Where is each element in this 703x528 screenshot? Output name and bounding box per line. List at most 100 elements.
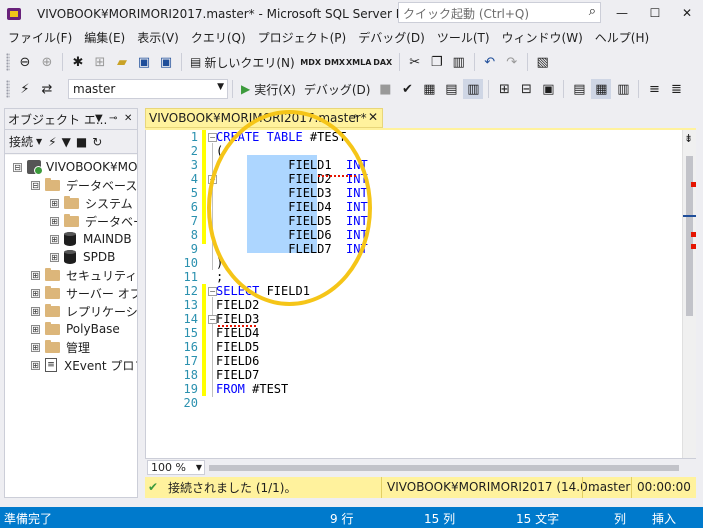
expand-icon[interactable]: ⊞ — [31, 342, 40, 352]
maximize-button[interactable]: ☐ — [639, 0, 671, 27]
tree-node-polybase[interactable]: ⊞ PolyBase — [31, 320, 120, 338]
tree-node-replication[interactable]: ⊞ レプリケーション — [31, 302, 137, 320]
line-number: 15 — [183, 326, 198, 340]
tree-node-security[interactable]: ⊞ セキュリティ — [31, 266, 137, 284]
menu-view[interactable]: 表示(V) — [131, 27, 185, 49]
live-stats-icon[interactable]: ⊟ — [516, 79, 536, 99]
pin-icon[interactable]: ⊸ — [349, 111, 357, 122]
actual-plan-icon[interactable]: ⊞ — [494, 79, 514, 99]
connected-check-icon — [148, 480, 162, 495]
minimize-button[interactable]: — — [606, 0, 638, 27]
close-tab-icon[interactable]: ✕ — [368, 110, 378, 124]
menu-file[interactable]: ファイル(F) — [2, 27, 78, 49]
tree-node-server-objects[interactable]: ⊞ サーバー オブジェクト — [31, 284, 137, 302]
zoom-selector[interactable]: 100 % ▼ — [147, 460, 205, 475]
cut-icon[interactable]: ✂ — [405, 52, 425, 72]
results-text-icon[interactable]: ▤ — [569, 79, 589, 99]
results-file-icon[interactable]: ▥ — [613, 79, 633, 99]
new-project-icon[interactable]: ✱ — [68, 52, 88, 72]
tree-node-databases[interactable]: ⊟ データベース — [31, 176, 137, 194]
refresh-icon[interactable]: ↻ — [92, 135, 102, 149]
mdx-query-icon[interactable]: MDX — [300, 52, 322, 72]
display-plan-icon[interactable]: ▦ — [419, 79, 439, 99]
expand-icon[interactable]: ⊞ — [31, 288, 40, 298]
tree-node-maindb[interactable]: ⊞ MAINDB — [50, 230, 132, 248]
chevron-down-icon[interactable]: ▼ — [95, 113, 103, 124]
toolbar-grip[interactable] — [6, 80, 10, 98]
plug-icon[interactable]: ⚡ — [48, 135, 56, 149]
chevron-down-icon: ▼ — [217, 82, 224, 92]
toolbar-separator — [473, 53, 475, 71]
caret-marker — [683, 215, 696, 217]
menu-tools[interactable]: ツール(T) — [431, 27, 496, 49]
expand-icon[interactable]: ⊞ — [50, 234, 59, 244]
save-icon[interactable]: ▣ — [134, 52, 154, 72]
undo-icon[interactable]: ↶ — [480, 52, 500, 72]
filter-icon[interactable]: ▼ — [62, 135, 71, 149]
close-window-button[interactable]: ✕ — [671, 0, 703, 27]
menu-window[interactable]: ウィンドウ(W) — [496, 27, 589, 49]
save-all-icon[interactable]: ▣ — [156, 52, 176, 72]
menu-debug[interactable]: デバッグ(D) — [352, 27, 431, 49]
stop-icon[interactable]: ■ — [375, 79, 395, 99]
results-grid-icon[interactable]: ▦ — [591, 79, 612, 99]
close-icon[interactable]: ✕ — [124, 113, 132, 124]
menu-help[interactable]: ヘルプ(H) — [589, 27, 655, 49]
expand-icon[interactable]: ⊞ — [50, 252, 59, 262]
change-connection-icon[interactable]: ⇄ — [37, 79, 57, 99]
toolbar-grip[interactable] — [6, 53, 10, 71]
tree-node-system-databases[interactable]: ⊞ システム データベース — [50, 194, 137, 212]
paste-icon[interactable]: ▥ — [449, 52, 469, 72]
collapse-icon[interactable]: ⊟ — [13, 162, 22, 172]
horizontal-scrollbar-thumb[interactable] — [209, 465, 679, 471]
expand-icon[interactable]: ⊞ — [31, 324, 40, 334]
vertical-scrollbar[interactable]: ⇟ — [682, 130, 696, 458]
parse-checkmark-icon[interactable]: ✔ — [397, 79, 417, 99]
dmx-query-icon[interactable]: DMX — [324, 52, 346, 72]
execute-button[interactable]: ▶ 実行(X) — [237, 81, 300, 98]
stop-icon[interactable]: ■ — [76, 135, 87, 149]
tree-node-spdb[interactable]: ⊞ SPDB — [50, 248, 115, 266]
pin-icon[interactable]: ⊸ — [109, 113, 117, 124]
expand-icon[interactable]: ⊞ — [31, 306, 40, 316]
query-designer-icon[interactable]: ▤ — [441, 79, 461, 99]
connect-button[interactable]: 接続 — [9, 133, 33, 150]
tree-node-xevent-profiler[interactable]: ⊞ ≡ XEvent プロファイラー — [31, 356, 137, 374]
line-number: 4 — [190, 172, 198, 186]
quick-launch-input[interactable]: クイック起動 (Ctrl+Q) ⌕ — [398, 2, 601, 23]
database-selector[interactable]: master ▼ — [68, 79, 228, 99]
tree-node-database-snapshots[interactable]: ⊞ データベース スナップショット — [50, 212, 137, 230]
chevron-down-icon[interactable]: ▼ — [36, 137, 42, 146]
menu-project[interactable]: プロジェクト(P) — [252, 27, 353, 49]
expand-icon[interactable]: ⊞ — [31, 270, 40, 280]
intellisense-icon[interactable]: ▥ — [463, 79, 484, 99]
split-icon[interactable]: ⇟ — [684, 132, 693, 145]
redo-icon[interactable]: ↷ — [502, 52, 522, 72]
menu-edit[interactable]: 編集(E) — [78, 27, 131, 49]
line-number: 1 — [190, 130, 198, 144]
connect-icon[interactable]: ⚡ — [15, 79, 35, 99]
client-stats-icon[interactable]: ▣ — [538, 79, 558, 99]
activity-monitor-icon[interactable]: ▧ — [533, 52, 553, 72]
copy-icon[interactable]: ❐ — [427, 52, 447, 72]
expand-icon[interactable]: ⊞ — [31, 360, 40, 370]
menu-query[interactable]: クエリ(Q) — [185, 27, 252, 49]
add-item-icon[interactable]: ⊞ — [90, 52, 110, 72]
debug-button[interactable]: デバッグ(D) — [300, 81, 375, 98]
tree-node-management[interactable]: ⊞ 管理 — [31, 338, 90, 356]
expand-icon[interactable]: ⊞ — [50, 198, 59, 208]
dax-query-icon[interactable]: DAX — [372, 52, 394, 72]
xmla-query-icon[interactable]: XMLA — [346, 52, 371, 72]
zoom-value: 100 % — [151, 461, 186, 474]
collapse-icon[interactable]: ⊟ — [31, 180, 40, 190]
new-query-button[interactable]: ▤ 新しいクエリ(N) — [186, 54, 299, 71]
server-name: VIVOBOOK¥MORIMORI2017 (14.0... — [381, 477, 599, 498]
back-icon[interactable]: ⊖ — [15, 52, 35, 72]
tree-node-label: データベース — [66, 178, 137, 193]
uncomment-icon[interactable]: ≣ — [666, 79, 686, 99]
comment-icon[interactable]: ≡ — [644, 79, 664, 99]
tree-node-server[interactable]: ⊟ VIVOBOOK¥MORIMORI — [13, 158, 137, 176]
open-file-icon[interactable]: ▰ — [112, 52, 132, 72]
forward-icon[interactable]: ⊕ — [37, 52, 57, 72]
expand-icon[interactable]: ⊞ — [50, 216, 59, 226]
